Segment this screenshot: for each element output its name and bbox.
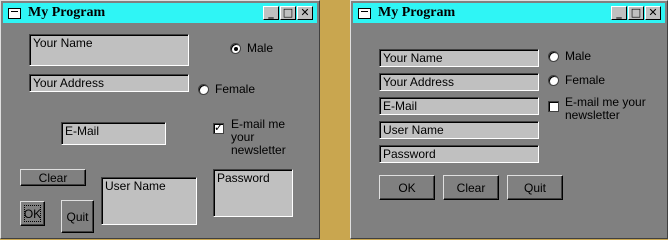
- window-title: My Program: [28, 5, 106, 20]
- female-radio[interactable]: [548, 75, 559, 86]
- maximize-button[interactable]: □: [628, 6, 644, 20]
- male-label: Male: [247, 41, 274, 55]
- window-title: My Program: [378, 5, 456, 20]
- female-label: Female: [215, 82, 256, 96]
- female-label: Female: [565, 73, 606, 87]
- system-menu-icon[interactable]: [358, 7, 371, 19]
- ok-button[interactable]: OK: [20, 201, 45, 226]
- quit-button[interactable]: Quit: [61, 200, 94, 233]
- email-field[interactable]: E-Mail: [379, 97, 539, 115]
- male-label: Male: [565, 49, 592, 63]
- male-radio[interactable]: [548, 51, 559, 62]
- system-menu-icon[interactable]: [8, 7, 21, 19]
- titlebar[interactable]: My Program _ □ ✕: [353, 3, 665, 23]
- newsletter-checkbox[interactable]: [213, 121, 224, 134]
- address-field[interactable]: Your Address: [379, 73, 539, 91]
- titlebar[interactable]: My Program _ □ ✕: [3, 3, 317, 23]
- username-field[interactable]: User Name: [101, 177, 197, 225]
- clear-button[interactable]: Clear: [443, 175, 499, 200]
- ok-button[interactable]: OK: [379, 175, 435, 200]
- minimize-button[interactable]: _: [263, 6, 279, 20]
- right-program-window: My Program _ □ ✕ Your Name Your Address …: [350, 0, 668, 239]
- close-button[interactable]: ✕: [645, 6, 661, 20]
- male-radio[interactable]: [230, 43, 241, 54]
- name-field[interactable]: Your Name: [379, 49, 539, 67]
- quit-button[interactable]: Quit: [507, 175, 563, 200]
- newsletter-label: E-mail me your newsletter: [231, 117, 286, 157]
- minimize-button[interactable]: _: [611, 6, 627, 20]
- maximize-button[interactable]: □: [280, 6, 296, 20]
- username-field[interactable]: User Name: [379, 121, 539, 139]
- newsletter-label: E-mail me your newsletter: [565, 95, 646, 122]
- address-field[interactable]: Your Address: [29, 74, 189, 92]
- name-field[interactable]: Your Name: [29, 34, 189, 66]
- password-field[interactable]: Password: [213, 169, 293, 217]
- close-button[interactable]: ✕: [297, 6, 313, 20]
- clear-button[interactable]: Clear: [20, 169, 86, 186]
- left-program-window: My Program _ □ ✕ Your Name Your Address …: [0, 0, 320, 239]
- female-radio[interactable]: [198, 84, 209, 95]
- password-field[interactable]: Password: [379, 145, 539, 163]
- newsletter-checkbox[interactable]: [548, 101, 559, 112]
- email-field[interactable]: E-Mail: [61, 122, 166, 145]
